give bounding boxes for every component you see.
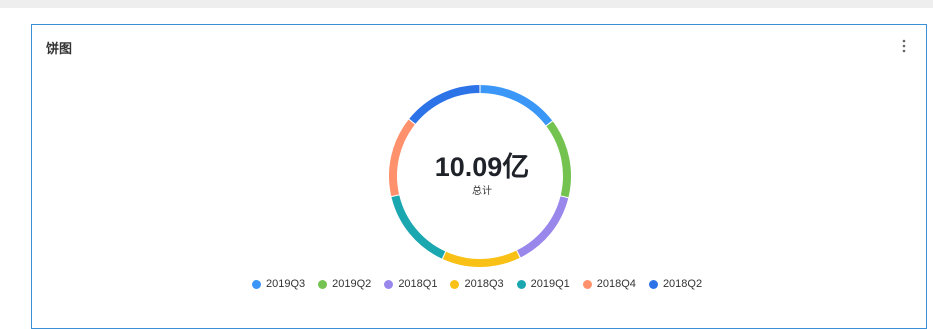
total-value: 10.09亿 — [434, 152, 530, 182]
legend-label: 2019Q3 — [266, 278, 306, 290]
legend-label: 2019Q2 — [332, 278, 372, 290]
top-bar — [0, 0, 933, 8]
legend-item-2018Q4[interactable]: 2018Q4 — [582, 278, 636, 290]
donut-slice-2019Q2[interactable] — [546, 121, 571, 198]
donut-slice-2019Q3[interactable] — [480, 85, 553, 126]
legend-dot — [648, 279, 658, 289]
donut-slice-2019Q1[interactable] — [391, 195, 446, 259]
donut-slice-2018Q3[interactable] — [442, 250, 520, 267]
legend-dot — [516, 279, 526, 289]
donut-slice-2018Q4[interactable] — [389, 119, 415, 197]
legend-item-2019Q3[interactable]: 2019Q3 — [252, 278, 305, 290]
legend-item-2018Q3[interactable]: 2018Q3 — [450, 278, 504, 290]
legend-dot — [582, 279, 592, 289]
legend-label: 2018Q2 — [662, 278, 703, 290]
legend-item-2019Q2[interactable]: 2019Q2 — [318, 278, 371, 290]
legend-label: 2018Q1 — [398, 278, 438, 290]
legend-dot — [252, 279, 261, 289]
legend-dot — [450, 279, 460, 289]
legend-dot — [384, 279, 394, 289]
legend-label: 2019Q1 — [530, 278, 570, 290]
pie-chart-card: 饼图 10.09亿 总计 2019Q3 2019Q2 2018Q1 2018Q3 201… — [31, 24, 927, 329]
legend-label: 2018Q3 — [464, 278, 504, 290]
legend-label: 2018Q4 — [596, 278, 636, 290]
legend-item-2018Q2[interactable]: 2018Q2 — [648, 278, 703, 290]
donut-slice-2018Q1[interactable] — [517, 196, 569, 258]
legend-dot — [318, 279, 328, 289]
donut-slice-2018Q2[interactable] — [409, 85, 480, 124]
total-label: 总计 — [472, 186, 492, 197]
legend-item-2019Q1[interactable]: 2019Q1 — [516, 278, 570, 290]
chart-legend: 2019Q3 2019Q2 2018Q1 2018Q3 2019Q1 2018Q4 2018… — [252, 278, 715, 290]
legend-item-2018Q1[interactable]: 2018Q1 — [384, 278, 437, 290]
